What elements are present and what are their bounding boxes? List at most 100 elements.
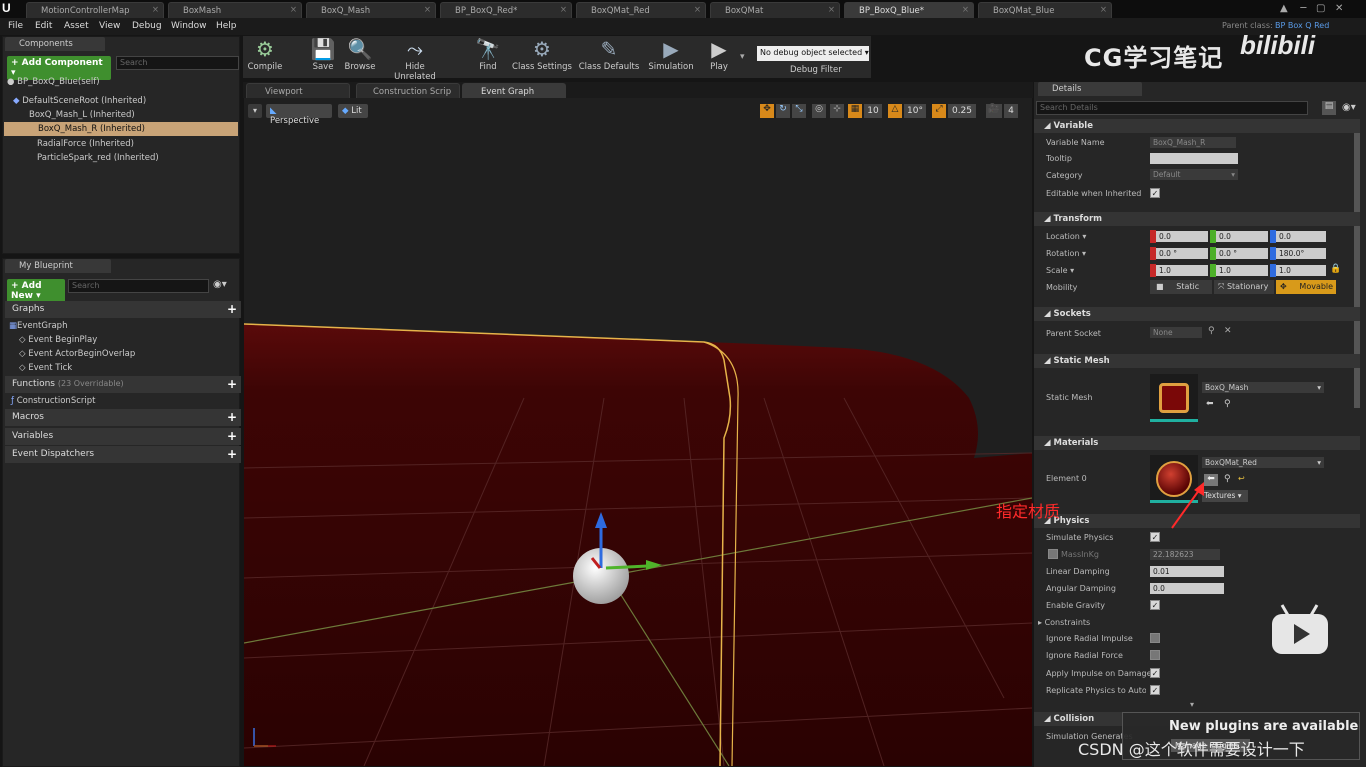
camera-speed-icon[interactable]: 🎥 [986, 104, 1002, 118]
rotation-z-field[interactable]: 180.0° [1276, 248, 1326, 259]
tab-viewport[interactable]: Viewport [246, 83, 350, 99]
menu-debug[interactable]: Debug [132, 21, 162, 31]
lock-icon[interactable]: 🔒 [1330, 264, 1341, 274]
graph-item[interactable]: ▦EventGraph [3, 319, 237, 333]
close-icon[interactable]: × [290, 5, 297, 15]
scale-icon[interactable]: ⤡ [792, 104, 806, 118]
replicate-physics-checkbox[interactable]: ✓ [1150, 685, 1160, 695]
graphs-category[interactable]: Graphs + [5, 301, 241, 318]
tab-bp-boxq-blue[interactable]: BP_BoxQ_Blue* × [844, 2, 974, 18]
grid-snap-value[interactable]: 10 [864, 104, 882, 118]
close-icon[interactable]: × [694, 5, 701, 15]
close-icon[interactable]: × [152, 5, 159, 15]
ignore-radial-force-checkbox[interactable] [1150, 650, 1160, 660]
textures-dropdown[interactable]: Textures ▾ [1202, 490, 1248, 502]
close-icon[interactable]: × [962, 5, 969, 15]
tab-event-graph[interactable]: Event Graph [462, 83, 566, 99]
section-transform[interactable]: ◢ Transform [1034, 212, 1360, 226]
apply-impulse-checkbox[interactable]: ✓ [1150, 668, 1160, 678]
my-blueprint-tab[interactable]: My Blueprint [5, 259, 111, 273]
scale-label[interactable]: Scale ▾ [1046, 266, 1074, 275]
simulate-physics-checkbox[interactable]: ✓ [1150, 532, 1160, 542]
browse-asset-icon[interactable]: ⚲ [1224, 399, 1231, 409]
add-icon[interactable]: + [227, 429, 237, 443]
simulation-button[interactable]: ▶ Simulation [648, 36, 694, 78]
eye-icon[interactable]: ◉▾ [213, 279, 227, 290]
tab-bp-boxq-red[interactable]: BP_BoxQ_Red* × [440, 2, 572, 18]
mobility-movable-button[interactable]: ✥ Movable [1276, 280, 1336, 294]
tab-construction-script[interactable]: Construction Scrip [356, 83, 460, 99]
rotation-x-field[interactable]: 0.0 ° [1156, 248, 1208, 259]
menu-file[interactable]: File [8, 21, 23, 31]
world-icon[interactable]: ◎ [812, 104, 826, 118]
scale-z-field[interactable]: 1.0 [1276, 265, 1326, 276]
static-mesh-select[interactable]: BoxQ_Mash ▾ [1202, 382, 1324, 393]
clear-icon[interactable]: ✕ [1224, 326, 1232, 336]
components-search-input[interactable]: Search [116, 56, 239, 70]
blueprint-search-input[interactable]: Search [68, 279, 209, 293]
tab-boxqmat[interactable]: BoxQMat × [710, 2, 840, 18]
components-tab[interactable]: Components [5, 37, 105, 51]
advanced-expand-icon[interactable]: ▾ [1190, 700, 1194, 709]
search-icon[interactable]: ⚲ [1208, 326, 1215, 336]
scale-x-field[interactable]: 1.0 [1156, 265, 1208, 276]
class-defaults-button[interactable]: ✎ Class Defaults [578, 36, 640, 78]
macros-category[interactable]: Macros + [5, 409, 241, 426]
mobility-static-button[interactable]: ■ Static [1150, 280, 1212, 294]
angular-damping-field[interactable]: 0.0 [1150, 583, 1224, 594]
compile-button[interactable]: ⚙ Compile [246, 36, 284, 78]
parent-socket-field[interactable]: None [1150, 327, 1202, 338]
location-z-field[interactable]: 0.0 [1276, 231, 1326, 242]
component-self[interactable]: ● BP_BoxQ_Blue(self) [3, 75, 237, 89]
menu-edit[interactable]: Edit [35, 21, 52, 31]
find-button[interactable]: 🔭 Find [472, 36, 504, 78]
viewport-options-chevron-icon[interactable]: ▾ [248, 104, 262, 118]
add-icon[interactable]: + [227, 377, 237, 391]
location-y-field[interactable]: 0.0 [1216, 231, 1268, 242]
close-icon[interactable]: × [1100, 5, 1107, 15]
grid-view-icon[interactable]: ▤ [1322, 101, 1336, 115]
hide-unrelated-button[interactable]: ⤳ Hide Unrelated [384, 36, 446, 82]
event-item[interactable]: ◇ Event ActorBeginOverlap [3, 347, 237, 361]
static-mesh-thumbnail[interactable] [1150, 374, 1198, 422]
viewport[interactable]: ▾ ◣ Perspective ◆ Lit ✥ ↻ ⤡ ◎ ⊹ ▦ 10 △ 1… [244, 98, 1032, 766]
ignore-radial-impulse-checkbox[interactable] [1150, 633, 1160, 643]
grid-snap-icon[interactable]: ▦ [848, 104, 862, 118]
scale-snap-value[interactable]: 0.25 [948, 104, 976, 118]
component-item[interactable]: ◆ DefaultSceneRoot (Inherited) [3, 94, 237, 108]
play-button[interactable]: ▶ Play [702, 36, 736, 78]
section-sockets[interactable]: ◢ Sockets [1034, 307, 1360, 321]
class-settings-button[interactable]: ⚙ Class Settings [512, 36, 572, 78]
reset-icon[interactable]: ↩ [1238, 474, 1245, 483]
mobility-stationary-button[interactable]: ⤧ Stationary [1214, 280, 1274, 294]
variables-category[interactable]: Variables + [5, 428, 241, 445]
tab-motioncontrollermap[interactable]: MotionControllerMap × [26, 2, 164, 18]
rotation-snap-value[interactable]: 10° [904, 104, 926, 118]
tab-boxmash[interactable]: BoxMash × [168, 2, 302, 18]
event-item[interactable]: ◇ Event Tick [3, 361, 237, 375]
functions-category[interactable]: Functions (23 Overridable) + [5, 376, 241, 393]
use-selected-arrow-icon[interactable]: ⬅ [1206, 399, 1214, 409]
dispatchers-category[interactable]: Event Dispatchers + [5, 446, 241, 463]
close-icon[interactable]: × [828, 5, 835, 15]
component-item[interactable]: RadialForce (Inherited) [3, 137, 237, 151]
add-icon[interactable]: + [227, 447, 237, 461]
material-select[interactable]: BoxQMat_Red ▾ [1202, 457, 1324, 468]
menu-asset[interactable]: Asset [64, 21, 89, 31]
rotation-label[interactable]: Rotation ▾ [1046, 249, 1086, 258]
tab-boxqmat-blue[interactable]: BoxQMat_Blue × [978, 2, 1112, 18]
translate-icon[interactable]: ✥ [760, 104, 774, 118]
play-options-chevron-icon[interactable]: ▾ [740, 52, 745, 62]
location-label[interactable]: Location ▾ [1046, 232, 1086, 241]
location-x-field[interactable]: 0.0 [1156, 231, 1208, 242]
component-item[interactable]: ParticleSpark_red (Inherited) [3, 151, 237, 165]
enable-gravity-checkbox[interactable]: ✓ [1150, 600, 1160, 610]
component-item[interactable]: BoxQ_Mash_L (Inherited) [3, 108, 237, 122]
debug-object-select[interactable]: No debug object selected ▾ [757, 46, 869, 61]
tooltip-field[interactable] [1150, 153, 1238, 164]
add-icon[interactable]: + [227, 410, 237, 424]
editable-when-inherited-checkbox[interactable]: ✓ [1150, 188, 1160, 198]
component-item-selected[interactable]: BoxQ_Mash_R (Inherited) [4, 122, 238, 136]
add-icon[interactable]: + [227, 302, 237, 316]
rotate-icon[interactable]: ↻ [776, 104, 790, 118]
